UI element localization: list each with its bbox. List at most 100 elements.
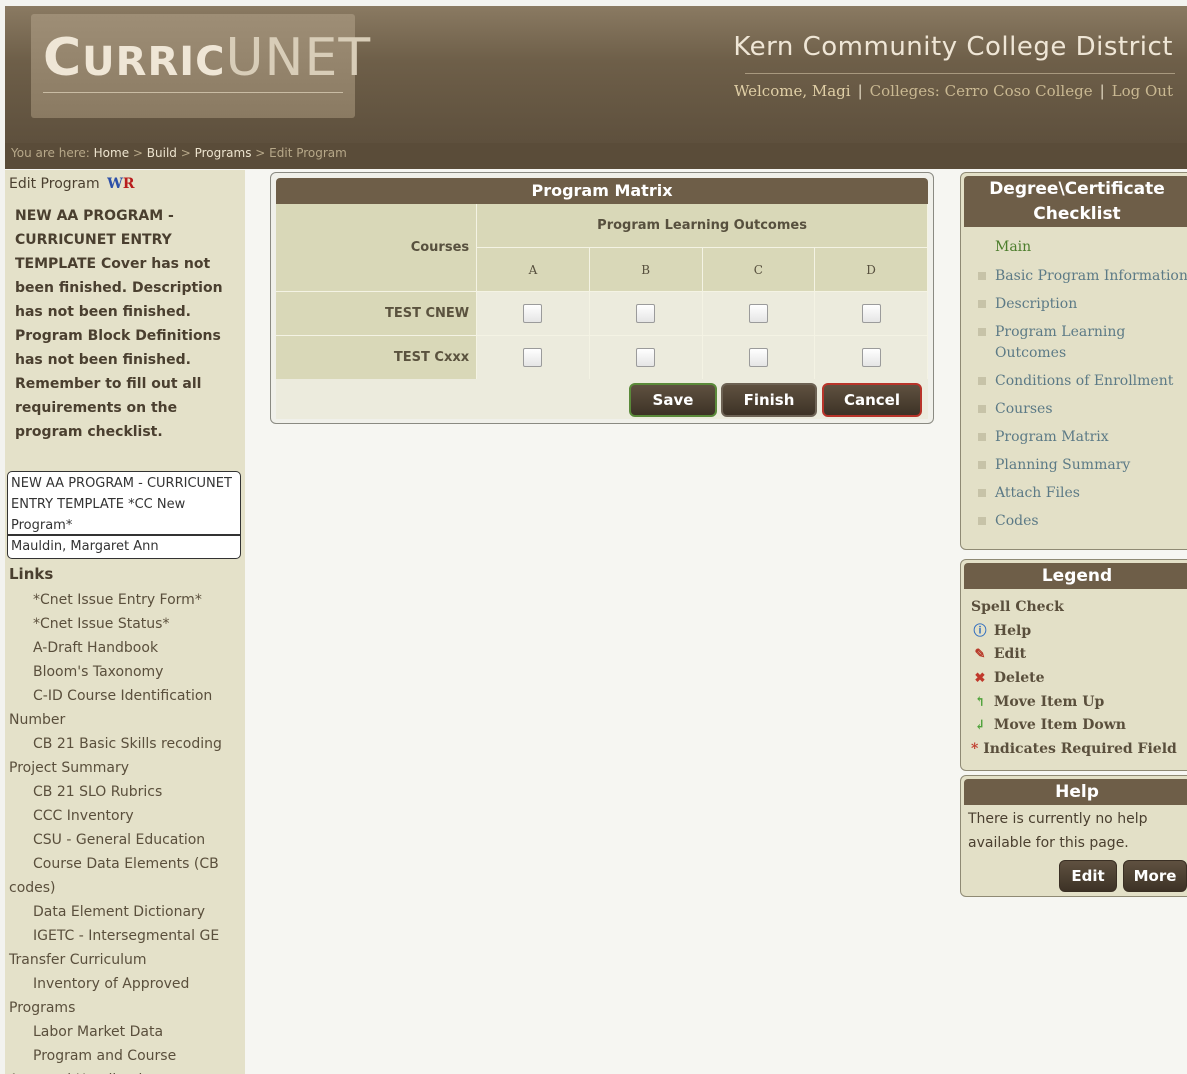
- matrix-footer: Save Finish Cancel: [276, 379, 928, 419]
- legend-item: ↲ Move Item Down: [971, 714, 1177, 738]
- help-icon: ⓘ: [973, 623, 987, 639]
- checklist-item[interactable]: Courses: [975, 399, 1187, 420]
- legend-title: Legend: [964, 563, 1187, 589]
- breadcrumb-programs[interactable]: Programs: [195, 146, 252, 160]
- program-status-text: NEW AA PROGRAM - CURRICUNET ENTRY TEMPLA…: [15, 208, 223, 440]
- bullet-icon: [978, 461, 986, 469]
- links-list: *Cnet Issue Entry Form* *Cnet Issue Stat…: [9, 588, 241, 1074]
- finish-button[interactable]: Finish: [721, 383, 817, 417]
- legend-item: ⓘ Help: [971, 620, 1177, 644]
- worksheet-report-icon[interactable]: WR: [107, 176, 134, 192]
- page-frame: CURRICUNET Kern Community College Distri…: [5, 6, 1187, 1074]
- breadcrumb-home[interactable]: Home: [94, 146, 129, 160]
- delete-icon: ✖: [974, 671, 986, 687]
- bullet-icon: [978, 328, 986, 336]
- checklist-item-main[interactable]: Main: [975, 237, 1187, 258]
- checklist-item-label: Program Matrix: [995, 429, 1109, 445]
- help-panel: Help There is currently no help availabl…: [960, 775, 1187, 897]
- checklist-item[interactable]: Conditions of Enrollment: [975, 371, 1187, 392]
- legend-label: Edit: [993, 646, 1027, 663]
- help-more-button[interactable]: More: [1123, 860, 1187, 892]
- outcome-header-b: B: [589, 248, 703, 292]
- breadcrumb-build[interactable]: Build: [147, 146, 177, 160]
- colleges-link[interactable]: Colleges: Cerro Coso College: [870, 82, 1093, 100]
- bullet-icon: [978, 405, 986, 413]
- checklist-title: Degree\Certificate Checklist: [964, 176, 1187, 227]
- outcome-header-a: A: [477, 248, 590, 292]
- outcome-checkbox[interactable]: [523, 348, 543, 367]
- edit-program-title-row: Edit Program WR: [9, 176, 134, 192]
- program-matrix-title: Program Matrix: [276, 178, 928, 204]
- legend-label: Move Item Up: [993, 693, 1105, 710]
- checklist-item[interactable]: Program Learning Outcomes: [975, 322, 1187, 364]
- bullet-icon: [978, 377, 986, 385]
- bullet-icon: [978, 300, 986, 308]
- move-down-icon: ↲: [974, 718, 986, 734]
- link-item[interactable]: CB 21 SLO Rubrics: [9, 780, 241, 804]
- program-owner-box: Mauldin, Margaret Ann: [7, 535, 241, 559]
- bullet-icon: [978, 517, 986, 525]
- outcome-checkbox[interactable]: [636, 304, 656, 323]
- courses-header: Courses: [276, 204, 478, 292]
- link-item[interactable]: Bloom's Taxonomy: [9, 660, 241, 684]
- outcome-checkbox[interactable]: [636, 348, 656, 367]
- checklist-item[interactable]: Codes: [975, 511, 1187, 532]
- bullet-icon: [978, 272, 986, 280]
- outcome-checkbox[interactable]: [748, 304, 768, 323]
- breadcrumb-prefix: You are here:: [11, 146, 90, 160]
- link-item[interactable]: Labor Market Data: [9, 1020, 241, 1044]
- link-item[interactable]: A-Draft Handbook: [9, 636, 241, 660]
- link-item[interactable]: Program and Course Approval Handbook: [9, 1044, 241, 1074]
- checklist-items: Main Basic Program Information Descripti…: [975, 237, 1187, 539]
- outcome-checkbox[interactable]: [523, 304, 543, 323]
- checklist-item[interactable]: Planning Summary: [975, 455, 1187, 476]
- legend-label: Delete: [993, 670, 1045, 687]
- link-item[interactable]: Inventory of Approved Programs: [9, 972, 241, 1020]
- link-item[interactable]: C-ID Course Identification Number: [9, 684, 241, 732]
- checklist-title-line1: Degree\Certificate: [989, 179, 1165, 199]
- edit-icon: ✎: [974, 647, 986, 663]
- outcome-checkbox[interactable]: [861, 304, 881, 323]
- move-up-icon: ↰: [974, 694, 986, 710]
- help-edit-button[interactable]: Edit: [1059, 860, 1117, 892]
- checklist-item[interactable]: Basic Program Information: [975, 266, 1187, 287]
- legend-label: Help: [993, 622, 1032, 639]
- link-item[interactable]: Course Data Elements (CB codes): [9, 852, 241, 900]
- link-item[interactable]: *Cnet Issue Entry Form*: [9, 588, 241, 612]
- breadcrumb-current: Edit Program: [269, 146, 347, 160]
- user-bar: Welcome, Magi | Colleges: Cerro Coso Colle…: [733, 82, 1173, 100]
- legend-label: Indicates Required Field: [983, 741, 1177, 758]
- legend-label: Move Item Down: [993, 717, 1126, 734]
- checklist-item-label: Conditions of Enrollment: [995, 373, 1174, 389]
- save-button[interactable]: Save: [629, 383, 717, 417]
- checklist-title-line2: Checklist: [1033, 204, 1121, 224]
- cancel-button[interactable]: Cancel: [822, 383, 922, 417]
- logo[interactable]: CURRICUNET: [43, 28, 371, 88]
- outcome-header-c: C: [702, 248, 816, 292]
- outcome-checkbox[interactable]: [748, 348, 768, 367]
- link-item[interactable]: Data Element Dictionary: [9, 900, 241, 924]
- header: CURRICUNET Kern Community College Distri…: [5, 6, 1187, 143]
- table-row: TEST CNEW: [276, 292, 928, 336]
- program-name-box: NEW AA PROGRAM - CURRICUNET ENTRY TEMPLA…: [7, 471, 241, 535]
- checklist-item-label: Planning Summary: [995, 457, 1131, 473]
- course-name: TEST Cxxx: [276, 336, 478, 380]
- link-item[interactable]: CCC Inventory: [9, 804, 241, 828]
- links-heading: Links: [9, 565, 54, 583]
- link-item[interactable]: *Cnet Issue Status*: [9, 612, 241, 636]
- outcome-checkbox[interactable]: [861, 348, 881, 367]
- link-item[interactable]: CSU - General Education: [9, 828, 241, 852]
- logout-link[interactable]: Log Out: [1112, 82, 1173, 100]
- table-row: TEST Cxxx: [276, 336, 928, 380]
- plo-header: Program Learning Outcomes: [477, 204, 928, 248]
- bullet-icon: [978, 433, 986, 441]
- checklist-item[interactable]: Attach Files: [975, 483, 1187, 504]
- link-item[interactable]: CB 21 Basic Skills recoding Project Summ…: [9, 732, 241, 780]
- legend-items: Spell Check ⓘ Help ✎ Edit ✖ Delete ↰ Mov…: [971, 596, 1177, 762]
- checklist-item[interactable]: Program Matrix: [975, 427, 1187, 448]
- link-item[interactable]: IGETC - Intersegmental GE Transfer Curri…: [9, 924, 241, 972]
- left-sidebar: Edit Program WR NEW AA PROGRAM - CURRICU…: [5, 170, 245, 1074]
- checklist-item-label: Basic Program Information: [995, 268, 1187, 284]
- checklist-item[interactable]: Description: [975, 294, 1187, 315]
- legend-item: * Indicates Required Field: [971, 738, 1177, 762]
